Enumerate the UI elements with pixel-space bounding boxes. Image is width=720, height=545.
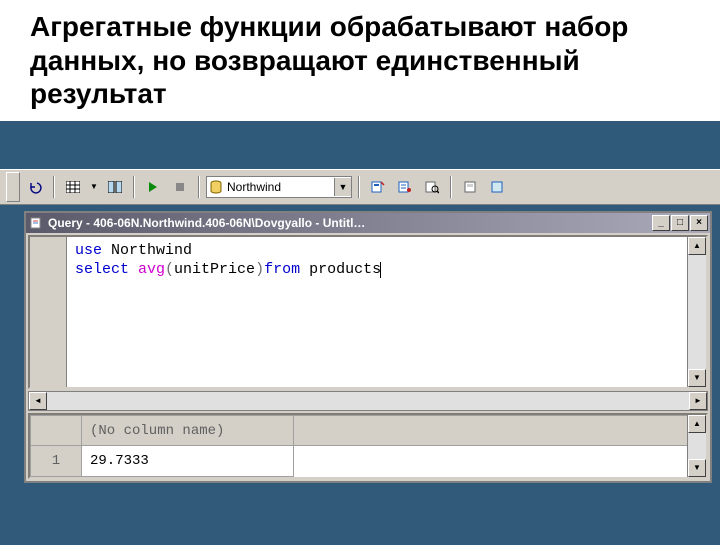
scroll-down-icon[interactable]: ▼ [688,459,706,477]
grid-button[interactable] [61,175,85,199]
header-row: (No column name) [31,415,688,446]
separator [133,176,135,198]
scroll-left-icon[interactable]: ◄ [29,392,47,410]
execute-button[interactable] [141,175,165,199]
scroll-down-icon[interactable]: ▼ [688,369,706,387]
titlebar[interactable]: Query - 406-06N.Northwind.406-06N\Dovgya… [26,213,710,233]
query-window: Query - 406-06N.Northwind.406-06N\Dovgya… [24,211,712,483]
scroll-up-icon[interactable]: ▲ [688,415,706,433]
separator [450,176,452,198]
scroll-right-icon[interactable]: ► [689,392,707,410]
col-name: unitPrice [174,261,255,278]
slide-title: Агрегатные функции обрабатывают набор да… [0,0,720,117]
chevron-down-icon[interactable]: ▼ [334,178,351,196]
tbl-name: products [300,261,381,278]
database-name: Northwind [225,180,334,194]
empty-header [293,415,687,446]
database-selector[interactable]: Northwind ▼ [206,176,352,198]
editor-vscrollbar[interactable]: ▲ ▼ [687,237,706,387]
menu-area [0,125,720,169]
columns-button[interactable] [103,175,127,199]
kw-select: select [75,261,129,278]
text-cursor [380,262,381,278]
kw-use: use [75,242,102,259]
editor-hscrollbar[interactable]: ◄ ► [28,391,708,411]
scroll-track[interactable] [688,255,706,369]
separator [53,176,55,198]
cell-value[interactable]: 29.7333 [82,446,294,477]
database-icon [207,178,225,196]
corner-cell [31,415,82,446]
editor-gutter [30,237,67,387]
minimize-button[interactable]: _ [652,215,670,231]
scroll-up-icon[interactable]: ▲ [688,237,706,255]
maximize-button[interactable]: □ [671,215,689,231]
sql-editor[interactable]: use Northwind select avg(unitPrice)from … [28,235,708,389]
close-button[interactable]: × [690,215,708,231]
db-name: Northwind [102,242,192,259]
tool-button-1[interactable] [366,175,390,199]
results-vscrollbar[interactable]: ▲ ▼ [687,415,706,477]
code-content[interactable]: use Northwind select avg(unitPrice)from … [67,237,687,387]
results-pane: (No column name) 1 29.7333 ▲ ▼ [28,413,708,479]
tool-button-3[interactable] [420,175,444,199]
fn-avg: avg [129,261,165,278]
results-grid[interactable]: (No column name) 1 29.7333 [30,415,687,477]
window-title: Query - 406-06N.Northwind.406-06N\Dovgya… [48,216,648,230]
table-row[interactable]: 1 29.7333 [31,446,688,477]
empty-cell [293,446,687,477]
kw-from: from [264,261,300,278]
scroll-track[interactable] [688,433,706,459]
toolbar: ▼ Northwind ▼ [0,169,720,205]
row-number: 1 [31,446,82,477]
undo-button[interactable] [23,175,47,199]
toolbar-edge [6,172,20,202]
tool-button-2[interactable] [393,175,417,199]
separator [198,176,200,198]
tool-button-5[interactable] [485,175,509,199]
paren-open: ( [165,261,174,278]
grid-dropdown[interactable]: ▼ [88,175,100,199]
window-icon [30,216,44,230]
stop-button[interactable] [168,175,192,199]
paren-close: ) [255,261,264,278]
tool-button-4[interactable] [458,175,482,199]
column-header[interactable]: (No column name) [82,415,294,446]
scroll-track[interactable] [47,392,689,410]
separator [358,176,360,198]
app-shell: ▼ Northwind ▼ [0,121,720,545]
